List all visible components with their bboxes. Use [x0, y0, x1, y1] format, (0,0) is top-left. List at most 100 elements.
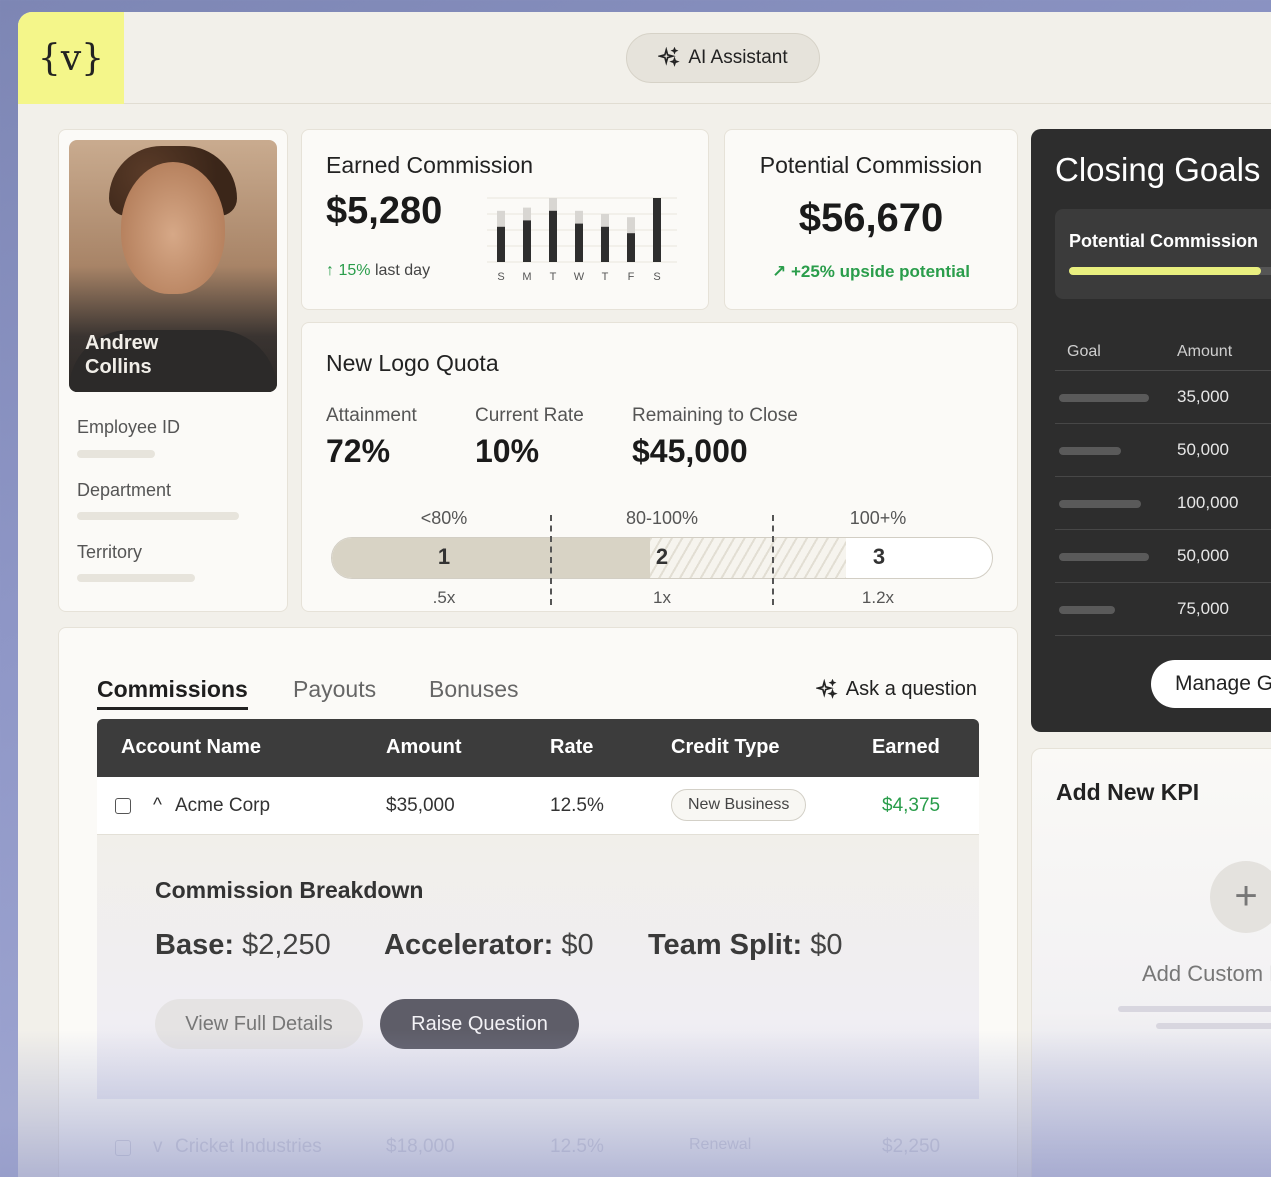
profile-card: Andrew Collins Employee ID Department Te…	[58, 129, 288, 612]
header-rate[interactable]: Rate	[550, 736, 593, 759]
header-account-name[interactable]: Account Name	[121, 736, 261, 759]
trend-up-icon: ↗	[772, 262, 791, 281]
tab-payouts[interactable]: Payouts	[293, 676, 376, 703]
tier-1-range: <80%	[420, 508, 468, 528]
tier-3-range: 100+%	[849, 508, 907, 528]
commissions-table: Account Name Amount Rate Credit Type Ear…	[97, 719, 979, 1177]
current-rate-value: 10%	[475, 433, 540, 469]
row-earned: $4,375	[882, 795, 941, 816]
breakdown-base: Base: $2,250	[155, 929, 331, 961]
goal-row[interactable]: 75,000	[1055, 583, 1271, 636]
sparkle-icon	[658, 47, 681, 67]
credit-type-badge: New Business	[671, 789, 807, 821]
earned-title: Earned Commission	[326, 152, 534, 178]
tier-3-number: 3	[872, 544, 886, 569]
row-account: Acme Corp	[175, 795, 271, 816]
goal-row[interactable]: 50,000	[1055, 530, 1271, 583]
earned-value: $5,280	[326, 190, 443, 232]
goals-table-header: Goal Amount	[1055, 329, 1271, 371]
chart-tick-label: F	[628, 271, 635, 283]
tier-1-multiplier: .5x	[432, 588, 456, 607]
row-checkbox[interactable]	[115, 1140, 131, 1156]
credit-type-badge: Renewal	[689, 1136, 752, 1153]
ai-assistant-button[interactable]: AI Assistant	[626, 33, 820, 83]
row-rate: 12.5%	[550, 795, 604, 816]
sparkle-icon	[815, 678, 838, 699]
tier-3-multiplier: 1.2x	[861, 588, 895, 607]
earned-commission-card: Earned Commission $5,280 ↑ 15% last day …	[301, 129, 709, 310]
chart-bar	[549, 210, 557, 262]
plus-icon[interactable]: +	[1210, 861, 1271, 933]
closing-goals-panel: Closing Goals Potential Commission Goal …	[1031, 129, 1271, 732]
tier-divider	[550, 515, 552, 605]
goal-row[interactable]: 50,000	[1055, 424, 1271, 477]
earned-trend: ↑ 15% last day	[326, 262, 431, 279]
remaining-label: Remaining to Close	[632, 405, 798, 426]
header-credit-type[interactable]: Credit Type	[671, 736, 780, 759]
tab-bonuses[interactable]: Bonuses	[429, 676, 519, 703]
table-row[interactable]: ^ Acme Corp $35,000 12.5% New Business $…	[97, 777, 979, 835]
header-earned[interactable]: Earned	[872, 736, 940, 759]
tier-2-multiplier: 1x	[653, 588, 671, 607]
row-account: Cricket Industries	[175, 1136, 322, 1157]
chart-bar	[497, 226, 505, 262]
row-amount: $35,000	[386, 795, 455, 816]
tier-1-number: 1	[437, 544, 451, 569]
placeholder-line	[1156, 1023, 1271, 1029]
table-header: Account Name Amount Rate Credit Type Ear…	[97, 719, 979, 777]
chart-bar	[653, 198, 661, 262]
goals-potential-label: Potential Commission	[1069, 231, 1259, 251]
manage-goals-button[interactable]: Manage Goals	[1151, 660, 1271, 708]
quota-title: New Logo Quota	[326, 350, 499, 376]
chart-bar	[601, 226, 609, 262]
top-bar: {v} AI Assistant	[18, 12, 1271, 104]
attainment-value: 72%	[326, 433, 391, 469]
attainment-label: Attainment	[326, 405, 417, 426]
breakdown-team-split: Team Split: $0	[648, 929, 843, 961]
view-full-details-button[interactable]: View Full Details	[155, 999, 363, 1049]
potential-title: Potential Commission	[759, 152, 983, 178]
tier-2-range: 80-100%	[625, 508, 699, 528]
chart-tick-label: W	[574, 271, 585, 283]
new-logo-quota-card: New Logo Quota Attainment 72% Current Ra…	[301, 322, 1018, 612]
goal-row[interactable]: 35,000	[1055, 371, 1271, 424]
chart-tick-label: M	[522, 271, 531, 283]
row-rate: 12.5%	[550, 1136, 604, 1157]
tab-commissions[interactable]: Commissions	[97, 676, 248, 710]
territory-value	[77, 574, 195, 582]
breakdown-accelerator: Accelerator: $0	[384, 929, 594, 961]
tier-divider	[772, 515, 774, 605]
earned-bar-chart: SMTWTFS	[487, 197, 677, 283]
department-label: Department	[77, 480, 172, 500]
chevron-down-icon[interactable]: v	[153, 1136, 163, 1158]
ask-question-button[interactable]: Ask a question	[815, 678, 977, 701]
header-amount[interactable]: Amount	[386, 736, 462, 759]
chart-bar	[523, 220, 531, 262]
department-value	[77, 512, 239, 520]
kpi-title: Add New KPI	[1056, 779, 1200, 805]
potential-value: $56,670	[798, 196, 944, 240]
add-custom-kpi-label[interactable]: Add Custom KPI	[1142, 961, 1271, 987]
potential-commission-card: Potential Commission $56,670 ↗ +25% upsi…	[724, 129, 1018, 310]
avatar: Andrew Collins	[69, 140, 277, 392]
ai-assistant-label: AI Assistant	[688, 47, 788, 68]
row-amount: $18,000	[386, 1136, 455, 1157]
employee-id-label: Employee ID	[77, 417, 181, 437]
raise-question-button[interactable]: Raise Question	[380, 999, 579, 1049]
chart-tick-label: S	[497, 271, 504, 283]
profile-name: Andrew Collins	[85, 332, 159, 378]
table-row[interactable]: v Cricket Industries $18,000 12.5% Renew…	[97, 1119, 979, 1177]
row-checkbox[interactable]	[115, 798, 131, 814]
chart-bar	[575, 223, 583, 262]
goal-row[interactable]: 100,000	[1055, 477, 1271, 530]
chevron-up-icon[interactable]: ^	[153, 795, 162, 817]
chart-bar	[627, 233, 635, 262]
remaining-value: $45,000	[632, 433, 748, 469]
row-earned: $2,250	[882, 1136, 941, 1157]
goals-header-goal: Goal	[1067, 343, 1101, 360]
commission-breakdown: Commission Breakdown Base: $2,250 Accele…	[97, 835, 979, 1099]
breakdown-title: Commission Breakdown	[155, 877, 424, 903]
current-rate-label: Current Rate	[475, 405, 584, 426]
chart-tick-label: S	[653, 271, 660, 283]
app-logo[interactable]: {v}	[18, 12, 124, 104]
